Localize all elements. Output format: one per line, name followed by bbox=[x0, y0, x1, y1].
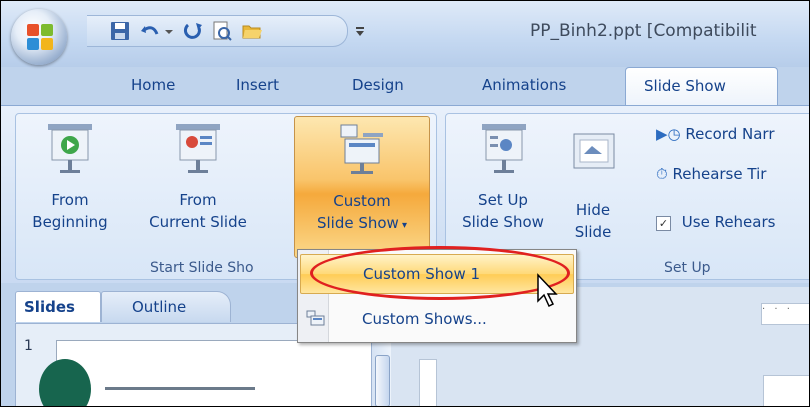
slide-number: 1 bbox=[24, 338, 33, 354]
from-current-label-2: Current Slide bbox=[149, 213, 247, 231]
thumbnail-text-line bbox=[105, 387, 255, 390]
set-up-label-1: Set Up bbox=[478, 191, 528, 209]
office-button[interactable] bbox=[11, 9, 67, 65]
print-preview-icon[interactable] bbox=[211, 20, 233, 42]
hide-label-1: Hide bbox=[575, 201, 611, 219]
rehearse-timings-button[interactable]: ⏱ Rehearse Tir bbox=[656, 165, 766, 183]
custom-shows-label: Custom Shows... bbox=[362, 310, 487, 328]
rehearse-timings-label: Rehearse Tir bbox=[672, 165, 767, 183]
slide-canvas[interactable] bbox=[763, 375, 809, 406]
tab-animations[interactable]: Animations bbox=[482, 76, 566, 94]
document-title: PP_Binh2.ppt [Compatibilit bbox=[530, 21, 757, 41]
set-up-show-icon bbox=[482, 124, 526, 173]
scrollbar-thumb[interactable] bbox=[375, 355, 390, 406]
tab-slides-label: Slides bbox=[24, 298, 75, 316]
projector-play-icon bbox=[48, 124, 92, 173]
record-narration-button[interactable]: ▶◷ Record Narr bbox=[656, 125, 774, 143]
set-up-slide-show-button[interactable]: Set Up Slide Show bbox=[450, 114, 556, 254]
office-logo-icon bbox=[27, 24, 53, 50]
stopwatch-icon: ⏱ bbox=[656, 165, 668, 183]
customize-toolbar-icon[interactable] bbox=[353, 25, 367, 39]
vertical-ruler bbox=[419, 359, 437, 406]
from-beginning-button[interactable]: From Beginning bbox=[20, 114, 120, 254]
checkbox-checked-icon: ✓ bbox=[656, 216, 671, 231]
thumbnail-shape bbox=[39, 359, 91, 406]
set-up-label-2: Slide Show bbox=[462, 213, 544, 231]
use-rehearsed-label: Use Rehears bbox=[681, 213, 776, 231]
annotation-ring bbox=[310, 246, 570, 300]
custom-show-icon bbox=[340, 124, 383, 174]
from-beginning-label-2: Beginning bbox=[32, 213, 108, 231]
mouse-cursor-icon bbox=[537, 273, 558, 308]
redo-icon[interactable] bbox=[183, 20, 205, 42]
setup-group-label: Set Up bbox=[664, 260, 711, 276]
tab-outline[interactable]: Outline bbox=[101, 291, 231, 322]
from-beginning-label-1: From bbox=[51, 191, 89, 209]
save-icon[interactable] bbox=[109, 20, 131, 42]
undo-dropdown-icon[interactable] bbox=[163, 20, 175, 42]
hide-slide-button[interactable]: Hide Slide bbox=[558, 114, 628, 254]
powerpoint-window: PP_Binh2.ppt [Compatibilit Home Insert D… bbox=[0, 0, 810, 407]
custom-slide-show-button[interactable]: Custom Slide Show ▾ bbox=[294, 116, 430, 258]
from-current-slide-button[interactable]: From Current Slide bbox=[128, 114, 268, 254]
custom-slide-show-label-2: Slide Show ▾ bbox=[295, 213, 429, 236]
custom-slide-show-label-1: Custom bbox=[333, 192, 391, 210]
from-current-label-1: From bbox=[179, 191, 217, 209]
tab-insert[interactable]: Insert bbox=[236, 76, 279, 94]
tab-outline-label: Outline bbox=[132, 298, 187, 316]
menu-item-custom-shows[interactable]: Custom Shows... bbox=[300, 300, 572, 338]
custom-slide-show-label-2-text: Slide Show bbox=[316, 214, 399, 232]
tab-slides[interactable]: Slides bbox=[15, 291, 101, 322]
use-rehearsed-timings-checkbox[interactable]: ✓ Use Rehears bbox=[656, 213, 775, 231]
title-bar: PP_Binh2.ppt [Compatibilit bbox=[1, 1, 809, 67]
hide-label-2: Slide bbox=[574, 223, 612, 241]
hide-slide-icon bbox=[573, 133, 615, 169]
open-folder-icon[interactable] bbox=[241, 20, 263, 42]
tab-design[interactable]: Design bbox=[352, 76, 404, 94]
projector-slide-icon bbox=[176, 124, 220, 173]
dropdown-arrow-icon: ▾ bbox=[398, 220, 408, 231]
tab-home[interactable]: Home bbox=[131, 76, 175, 94]
undo-icon[interactable] bbox=[139, 20, 161, 42]
slide-thumbnail[interactable] bbox=[39, 340, 374, 406]
pane-tabs: Slides Outline bbox=[15, 291, 235, 323]
record-narration-label: Record Narr bbox=[685, 125, 775, 143]
custom-shows-icon bbox=[306, 310, 325, 326]
tab-slide-show-label: Slide Show bbox=[644, 77, 726, 95]
tab-slide-show[interactable]: Slide Show bbox=[625, 67, 778, 107]
microphone-icon: ▶◷ bbox=[656, 125, 681, 143]
quick-access-toolbar bbox=[87, 15, 348, 47]
horizontal-ruler: · · · bbox=[761, 303, 809, 325]
